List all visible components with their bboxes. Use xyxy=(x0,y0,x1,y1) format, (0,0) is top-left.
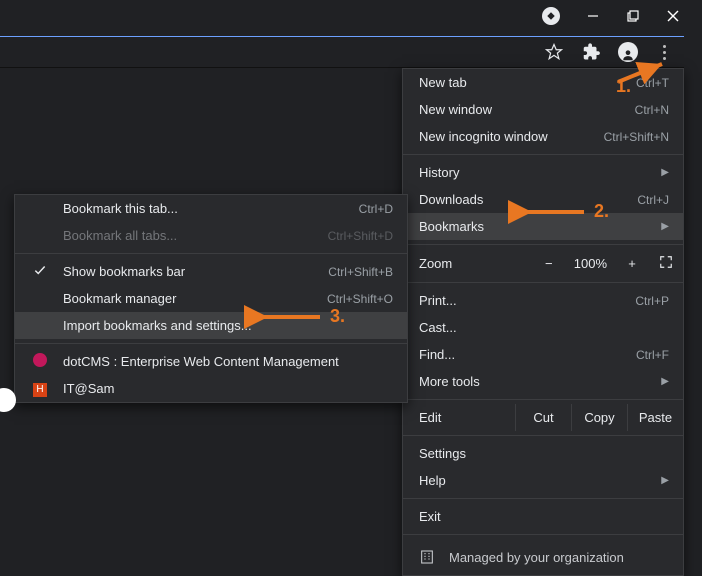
menu-label: Cast... xyxy=(419,320,669,335)
menu-zoom: Zoom − 100% + xyxy=(403,249,683,278)
chevron-right-icon: ▶ xyxy=(661,167,669,178)
sub-import[interactable]: Import bookmarks and settings... xyxy=(15,312,407,339)
sub-bookmark-all: Bookmark all tabs... Ctrl+Shift+D xyxy=(15,222,407,249)
menu-shortcut: Ctrl+Shift+N xyxy=(604,130,669,144)
menu-new-window[interactable]: New window Ctrl+N xyxy=(403,96,683,123)
menu-shortcut: Ctrl+Shift+D xyxy=(328,229,393,243)
fullscreen-icon[interactable] xyxy=(659,255,673,272)
edit-paste-button[interactable]: Paste xyxy=(627,404,683,431)
menu-label: Bookmark manager xyxy=(63,291,327,306)
menu-label: History xyxy=(419,165,655,180)
menu-label: More tools xyxy=(419,374,655,389)
menu-cast[interactable]: Cast... xyxy=(403,314,683,341)
favicon-icon: H xyxy=(31,380,49,397)
menu-shortcut: Ctrl+N xyxy=(635,103,669,117)
menu-separator xyxy=(403,154,683,155)
minimize-button[interactable] xyxy=(586,9,600,23)
zoom-out-button[interactable]: − xyxy=(540,256,558,271)
bookmark-star-icon[interactable] xyxy=(542,40,566,64)
menu-label: Downloads xyxy=(419,192,637,207)
menu-find[interactable]: Find... Ctrl+F xyxy=(403,341,683,368)
menu-separator xyxy=(403,282,683,283)
menu-label: IT@Sam xyxy=(63,381,393,396)
menu-label: Managed by your organization xyxy=(449,550,624,565)
menu-label: Import bookmarks and settings... xyxy=(63,318,393,333)
checkmark-icon xyxy=(33,263,47,280)
zoom-percent: 100% xyxy=(568,256,613,271)
close-button[interactable] xyxy=(666,9,680,23)
menu-label: Bookmark this tab... xyxy=(63,201,359,216)
menu-new-incognito[interactable]: New incognito window Ctrl+Shift+N xyxy=(403,123,683,150)
menu-separator xyxy=(15,253,407,254)
maximize-button[interactable] xyxy=(626,9,640,23)
title-avatar-icon xyxy=(542,7,560,25)
menu-new-tab[interactable]: New tab Ctrl+T xyxy=(403,69,683,96)
bookmarks-submenu: Bookmark this tab... Ctrl+D Bookmark all… xyxy=(14,194,408,403)
menu-exit[interactable]: Exit xyxy=(403,503,683,530)
menu-label: Zoom xyxy=(419,256,530,271)
profile-icon[interactable] xyxy=(618,42,638,62)
menu-label: Find... xyxy=(419,347,636,362)
menu-bookmarks[interactable]: Bookmarks ▶ xyxy=(403,213,683,240)
menu-help[interactable]: Help ▶ xyxy=(403,467,683,494)
menu-label: Edit xyxy=(403,404,515,431)
menu-label: Print... xyxy=(419,293,635,308)
menu-shortcut: Ctrl+P xyxy=(635,294,669,308)
menu-shortcut: Ctrl+T xyxy=(636,76,669,90)
browser-toolbar xyxy=(0,36,684,68)
menu-edit-row: Edit Cut Copy Paste xyxy=(403,404,683,431)
menu-settings[interactable]: Settings xyxy=(403,440,683,467)
extensions-icon[interactable] xyxy=(580,40,604,64)
zoom-in-button[interactable]: + xyxy=(623,256,641,271)
sub-bookmark-tab[interactable]: Bookmark this tab... Ctrl+D xyxy=(15,195,407,222)
menu-separator xyxy=(403,244,683,245)
menu-history[interactable]: History ▶ xyxy=(403,159,683,186)
menu-label: Settings xyxy=(419,446,669,461)
chevron-right-icon: ▶ xyxy=(661,475,669,486)
building-icon xyxy=(419,549,435,565)
menu-separator xyxy=(403,498,683,499)
chevron-right-icon: ▶ xyxy=(661,221,669,232)
menu-label: New window xyxy=(419,102,635,117)
menu-label: Bookmarks xyxy=(419,219,655,234)
sub-fav-dotcms[interactable]: dotCMS : Enterprise Web Content Manageme… xyxy=(15,348,407,375)
menu-label: Show bookmarks bar xyxy=(63,264,328,279)
menu-separator xyxy=(403,435,683,436)
menu-label: New incognito window xyxy=(419,129,604,144)
menu-shortcut: Ctrl+Shift+B xyxy=(328,265,393,279)
menu-managed[interactable]: Managed by your organization xyxy=(403,539,683,575)
menu-separator xyxy=(403,534,683,535)
menu-separator xyxy=(15,343,407,344)
menu-label: dotCMS : Enterprise Web Content Manageme… xyxy=(63,354,393,369)
menu-shortcut: Ctrl+D xyxy=(359,202,393,216)
menu-label: Exit xyxy=(419,509,669,524)
menu-separator xyxy=(403,399,683,400)
chrome-main-menu: New tab Ctrl+T New window Ctrl+N New inc… xyxy=(402,68,684,576)
menu-label: New tab xyxy=(419,75,636,90)
menu-label: Bookmark all tabs... xyxy=(63,228,328,243)
menu-shortcut: Ctrl+Shift+O xyxy=(327,292,393,306)
menu-kebab-icon[interactable] xyxy=(652,40,676,64)
edit-copy-button[interactable]: Copy xyxy=(571,404,627,431)
sub-fav-itsam[interactable]: H IT@Sam xyxy=(15,375,407,402)
sub-show-bar[interactable]: Show bookmarks bar Ctrl+Shift+B xyxy=(15,258,407,285)
menu-label: Help xyxy=(419,473,655,488)
menu-shortcut: Ctrl+J xyxy=(637,193,669,207)
menu-more-tools[interactable]: More tools ▶ xyxy=(403,368,683,395)
favicon-icon xyxy=(31,353,49,370)
chevron-right-icon: ▶ xyxy=(661,376,669,387)
menu-print[interactable]: Print... Ctrl+P xyxy=(403,287,683,314)
sub-manager[interactable]: Bookmark manager Ctrl+Shift+O xyxy=(15,285,407,312)
edit-cut-button[interactable]: Cut xyxy=(515,404,571,431)
menu-shortcut: Ctrl+F xyxy=(636,348,669,362)
menu-downloads[interactable]: Downloads Ctrl+J xyxy=(403,186,683,213)
